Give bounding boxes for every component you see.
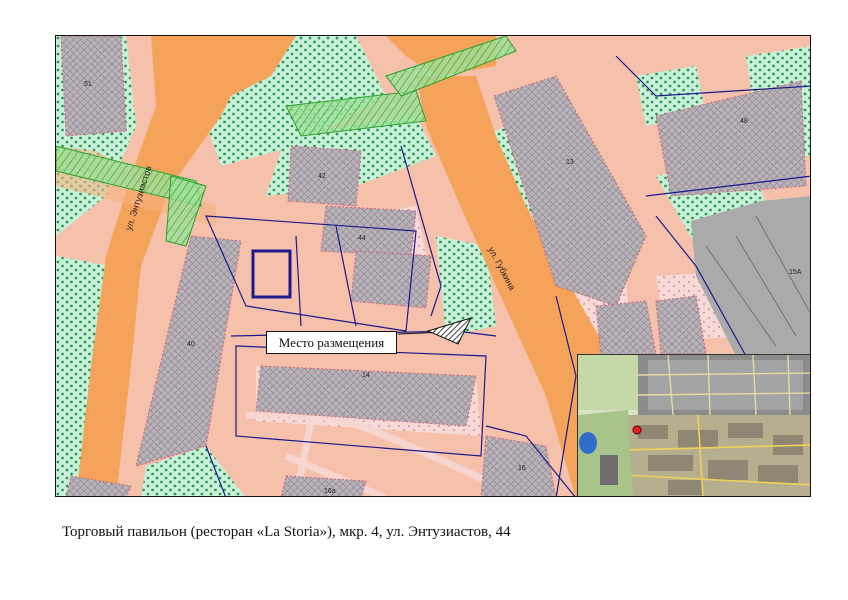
building-number-16: 16 (518, 465, 526, 472)
callout-placement-label: Место размещения (266, 331, 397, 354)
inset-map (577, 354, 810, 496)
building-number-14: 14 (362, 372, 370, 379)
building-number-16a: 16а (324, 488, 336, 495)
building-number-13: 13 (566, 159, 574, 166)
building-number-44: 44 (358, 235, 366, 242)
building-number-15a: 15А (789, 269, 802, 276)
building-number-42: 42 (318, 173, 326, 180)
building-number-40: 40 (187, 341, 195, 348)
building-number-48: 48 (740, 118, 748, 125)
inset-map-image (578, 355, 810, 496)
location-dot-icon (632, 425, 642, 435)
map-caption: Торговый павильон (ресторан «La Storia»)… (62, 524, 511, 540)
map-frame: ул. Энтузиастов ул. Губкина 51 42 44 13 … (55, 35, 811, 497)
building-number-51: 51 (84, 81, 92, 88)
